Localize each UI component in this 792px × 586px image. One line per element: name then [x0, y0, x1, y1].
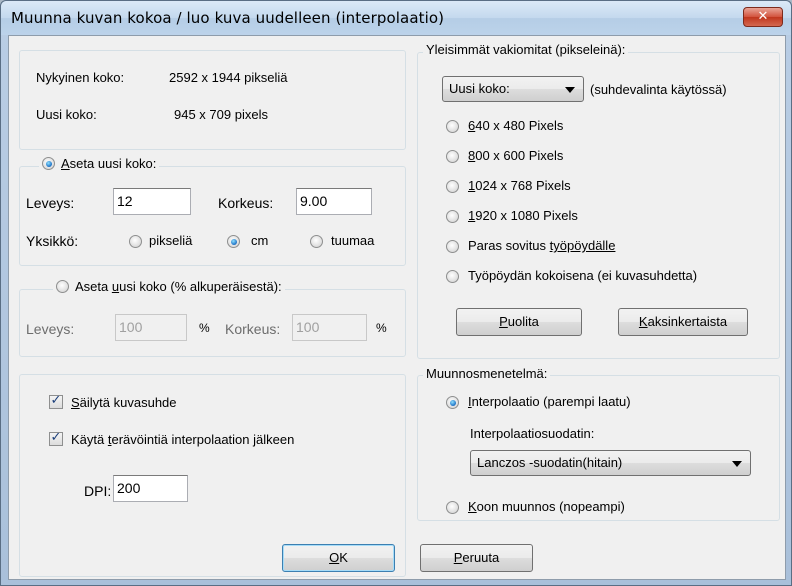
- preset-800-label: 800 x 600 Pixels: [468, 148, 564, 163]
- unit-inch-label: tuumaa: [331, 233, 375, 248]
- width-label: Leveys:: [26, 195, 75, 211]
- interpolation-radio[interactable]: [446, 396, 459, 409]
- close-icon: ✕: [757, 9, 769, 24]
- percent-height-label: Korkeus:: [225, 321, 281, 337]
- chevron-down-icon: [732, 461, 742, 467]
- presets-dropdown-value: Uusi koko:: [449, 81, 510, 96]
- height-label: Korkeus:: [218, 195, 274, 211]
- absolute-size-radio[interactable]: [42, 157, 55, 170]
- filter-dropdown-value: Lanczos -suodatin(hitain): [477, 455, 623, 470]
- current-size-value: 2592 x 1944 pikseliä: [169, 70, 288, 85]
- preset-1024-label: 1024 x 768 Pixels: [468, 178, 571, 193]
- unit-pixels-radio[interactable]: [129, 235, 142, 248]
- preset-fit-radio[interactable]: [446, 240, 459, 253]
- sharpen-label: Käytä terävöintiä interpolaation jälkeen: [71, 432, 295, 447]
- preset-1024-radio[interactable]: [446, 180, 459, 193]
- keep-ratio-checkbox[interactable]: ✓: [49, 393, 63, 409]
- cancel-button[interactable]: Peruuta: [420, 544, 533, 572]
- absolute-size-label: Aseta uusi koko:: [61, 156, 157, 171]
- percent-size-label: Aseta uusi koko (% alkuperäisestä):: [75, 279, 282, 294]
- preset-800-radio[interactable]: [446, 150, 459, 163]
- chevron-down-icon: [565, 87, 575, 93]
- size-info-panel: [19, 50, 406, 150]
- presets-group-label: Yleisimmät vakiomitat (pikseleinä):: [423, 42, 629, 60]
- unit-cm-radio[interactable]: [227, 235, 240, 248]
- check-icon: ✓: [50, 430, 62, 445]
- new-size-label: Uusi koko:: [36, 107, 97, 122]
- percent-size-legend: Aseta uusi koko (% alkuperäisestä):: [53, 279, 285, 299]
- presets-dropdown-note: (suhdevalinta käytössä): [590, 82, 727, 97]
- dialog-window: Muunna kuvan kokoa / luo kuva uudelleen …: [0, 0, 792, 586]
- preset-1920-label: 1920 x 1080 Pixels: [468, 208, 578, 223]
- method-group-label: Muunnosmenetelmä:: [423, 366, 551, 384]
- dialog-client: Nykyinen koko: 2592 x 1944 pikseliä Uusi…: [8, 35, 786, 580]
- sharpen-checkbox[interactable]: ✓: [49, 430, 63, 446]
- interpolation-label: Interpolaatio (parempi laatu): [468, 394, 631, 409]
- double-button[interactable]: Kaksinkertaista: [618, 308, 748, 336]
- unit-inch-radio[interactable]: [310, 235, 323, 248]
- preset-640-label: 640 x 480 Pixels: [468, 118, 564, 133]
- height-input[interactable]: 9.00: [296, 188, 372, 215]
- dpi-input[interactable]: 200: [113, 475, 188, 502]
- resize-label: Koon muunnos (nopeampi): [468, 499, 625, 514]
- percent-width-label: Leveys:: [26, 321, 75, 337]
- preset-640-radio[interactable]: [446, 120, 459, 133]
- new-size-value: 945 x 709 pixels: [174, 107, 268, 122]
- percent-width-input[interactable]: 100: [115, 314, 187, 341]
- title-bar[interactable]: Muunna kuvan kokoa / luo kuva uudelleen …: [1, 1, 791, 35]
- filter-dropdown[interactable]: Lanczos -suodatin(hitain): [470, 450, 751, 476]
- close-button[interactable]: ✕: [743, 7, 783, 27]
- preset-desktop-label: Työpöydän kokoisena (ei kuvasuhdetta): [468, 268, 698, 283]
- unit-label: Yksikkö:: [26, 233, 79, 249]
- unit-cm-label: cm: [251, 233, 269, 248]
- dpi-label: DPI:: [84, 483, 112, 499]
- percent-height-input[interactable]: 100: [292, 314, 367, 341]
- filter-label: Interpolaatiosuodatin:: [470, 426, 595, 441]
- current-size-label: Nykyinen koko:: [36, 70, 125, 85]
- preset-desktop-radio[interactable]: [446, 270, 459, 283]
- percent-size-radio[interactable]: [56, 280, 69, 293]
- width-input[interactable]: 12: [113, 188, 191, 215]
- absolute-size-legend: Aseta uusi koko:: [39, 156, 160, 176]
- window-title: Muunna kuvan kokoa / luo kuva uudelleen …: [11, 9, 445, 27]
- ok-button[interactable]: OK: [282, 544, 395, 572]
- keep-ratio-label: Säilytä kuvasuhde: [71, 395, 177, 410]
- absolute-size-group: [19, 166, 406, 266]
- halve-button[interactable]: Puolita: [456, 308, 582, 336]
- percent-height-sign: %: [376, 321, 387, 335]
- unit-pixels-label: pikseliä: [149, 233, 193, 248]
- preset-1920-radio[interactable]: [446, 210, 459, 223]
- percent-width-sign: %: [199, 321, 210, 335]
- preset-fit-label: Paras sovitus työpöydälle: [468, 238, 616, 253]
- check-icon: ✓: [50, 393, 62, 408]
- resize-radio[interactable]: [446, 501, 459, 514]
- presets-dropdown[interactable]: Uusi koko:: [442, 76, 584, 102]
